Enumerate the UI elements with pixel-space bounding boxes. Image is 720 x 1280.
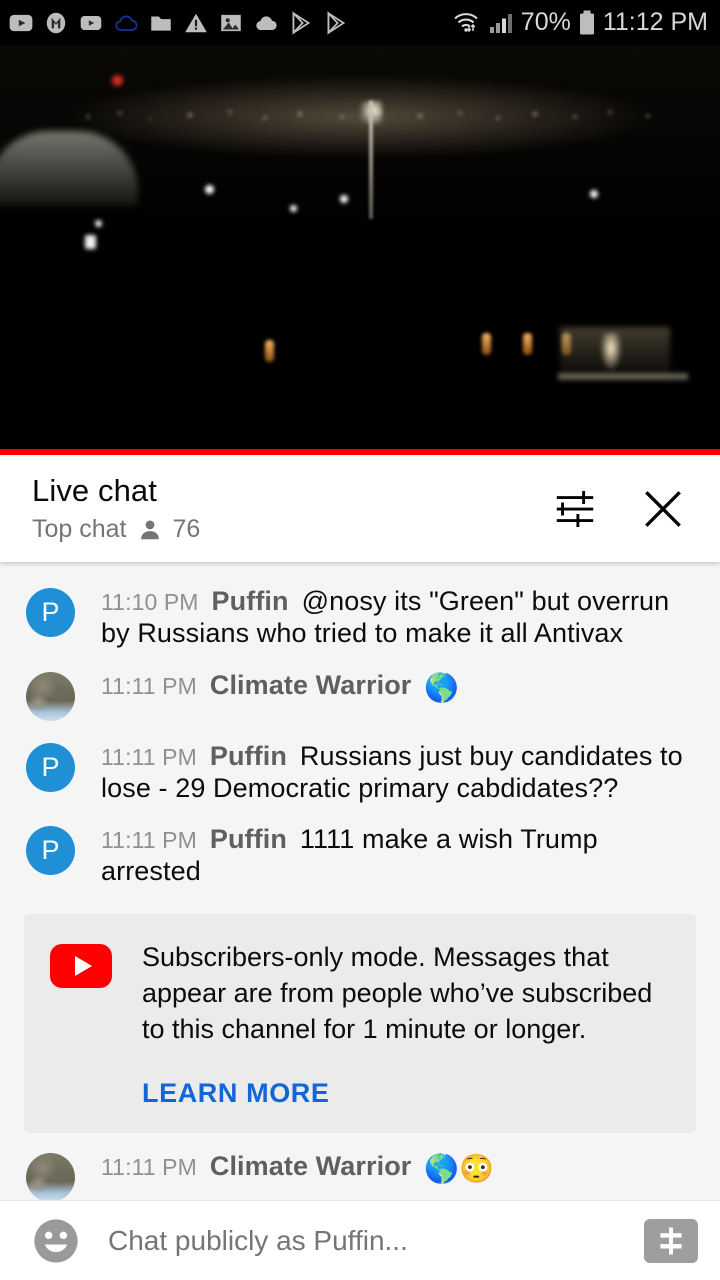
youtube-icon-2 — [80, 15, 102, 30]
youtube-icon — [9, 14, 33, 31]
wifi-icon — [454, 12, 478, 32]
chat-message-body: 11:11 PM Puffin 1111 make a wish Trump arr… — [101, 824, 698, 888]
chat-input-bar — [0, 1200, 720, 1280]
tune-sliders-icon[interactable] — [552, 486, 598, 532]
emoji-face-icon[interactable] — [30, 1215, 82, 1267]
cloud-outline-icon — [115, 15, 138, 31]
folder-icon — [151, 16, 171, 31]
chat-message[interactable]: 11:11 PM Climate Warrior 🌎😳 — [0, 1141, 720, 1200]
battery-percent-text: 70% — [520, 8, 571, 36]
video-light-speck — [95, 220, 102, 227]
video-lamp — [523, 333, 532, 355]
chat-message[interactable]: 11:11 PM Climate Warrior 🌎 — [0, 660, 720, 731]
m-app-icon — [46, 12, 66, 33]
super-chat-button[interactable] — [644, 1218, 698, 1263]
avatar[interactable]: P — [26, 742, 75, 792]
youtube-logo-icon — [50, 944, 112, 989]
youtube-live-chat-screen: 70% 11:12 PM Live chat Top chat 76 P 11:… — [0, 0, 720, 1280]
chat-message-body: 11:11 PM Climate Warrior 🌎 — [101, 670, 459, 704]
close-icon[interactable] — [638, 484, 688, 534]
message-timestamp: 11:11 PM — [101, 1153, 197, 1180]
video-flagpole — [369, 101, 373, 219]
chat-input[interactable] — [108, 1224, 644, 1257]
video-light-speck — [85, 235, 96, 249]
video-lamp — [265, 340, 274, 362]
cloud-filled-icon — [256, 15, 277, 30]
video-light-speck — [340, 195, 348, 203]
video-light-speck — [290, 205, 297, 212]
status-bar-system-icons: 70% 11:12 PM — [452, 8, 708, 37]
video-player[interactable] — [0, 45, 720, 455]
battery-icon — [579, 10, 594, 34]
chat-message[interactable]: P 11:11 PM Puffin 1111 make a wish Trump a… — [0, 814, 720, 898]
page-title: Live chat — [32, 472, 157, 508]
message-author[interactable]: Climate Warrior — [210, 670, 412, 700]
avatar[interactable] — [26, 671, 75, 721]
live-chat-message-list[interactable]: P 11:10 PM Puffin @nosy its "Green" but ov… — [0, 562, 720, 1200]
video-building-base — [558, 373, 688, 380]
chat-mode-label[interactable]: Top chat — [32, 515, 127, 544]
avatar[interactable] — [26, 1152, 75, 1200]
clock-text: 11:12 PM — [602, 8, 708, 36]
image-icon — [221, 14, 241, 31]
avatar[interactable]: P — [26, 588, 75, 637]
live-chat-header-actions — [552, 484, 698, 534]
video-lamp — [482, 333, 491, 355]
message-timestamp: 11:10 PM — [101, 589, 199, 615]
chat-message-body: 11:11 PM Climate Warrior 🌎😳 — [101, 1151, 494, 1185]
video-light-speck — [205, 185, 214, 194]
person-icon — [140, 520, 159, 539]
avatar[interactable]: P — [26, 826, 75, 876]
message-author[interactable]: Puffin — [210, 741, 287, 771]
play-store-icon-2 — [327, 10, 346, 35]
cell-signal-icon — [489, 13, 512, 33]
play-store-icon — [292, 10, 311, 35]
avatar-initial: P — [41, 835, 60, 866]
subscribers-only-notice: Subscribers-only mode. Messages that app… — [24, 914, 696, 1133]
message-timestamp: 11:11 PM — [101, 827, 197, 854]
status-bar-notification-icons — [8, 10, 452, 36]
notice-body: Subscribers-only mode. Messages that app… — [142, 940, 670, 1109]
status-bar: 70% 11:12 PM — [0, 0, 720, 45]
avatar-initial: P — [41, 597, 60, 627]
message-timestamp: 11:11 PM — [101, 743, 197, 770]
message-text: 🌎 — [424, 671, 460, 703]
video-light-speck — [590, 190, 598, 198]
chat-message[interactable]: P 11:10 PM Puffin @nosy its "Green" but ov… — [0, 576, 720, 660]
play-triangle-icon — [74, 956, 92, 977]
avatar-initial: P — [41, 751, 60, 782]
live-chat-subheader: Top chat 76 — [32, 515, 552, 544]
viewer-count: 76 — [172, 515, 201, 544]
chat-message-body: 11:11 PM Puffin Russians just buy candidat… — [101, 741, 698, 805]
learn-more-link[interactable]: LEARN MORE — [142, 1078, 330, 1109]
video-red-light — [112, 75, 123, 86]
dollar-sign-icon — [660, 1227, 682, 1254]
warning-triangle-icon — [185, 13, 207, 32]
message-timestamp: 11:11 PM — [101, 672, 197, 699]
live-chat-header: Live chat Top chat 76 — [0, 455, 720, 562]
message-author[interactable]: Climate Warrior — [210, 1151, 412, 1181]
message-text: 🌎😳 — [424, 1152, 495, 1184]
notice-text: Subscribers-only mode. Messages that app… — [142, 942, 653, 1044]
message-author[interactable]: Puffin — [210, 824, 287, 854]
chat-message[interactable]: P 11:11 PM Puffin Russians just buy candid… — [0, 731, 720, 815]
video-building-glow — [600, 333, 622, 371]
chat-message-body: 11:10 PM Puffin @nosy its "Green" but over… — [101, 586, 698, 650]
live-chat-header-titles: Live chat Top chat 76 — [32, 473, 552, 545]
message-author[interactable]: Puffin — [212, 586, 289, 616]
